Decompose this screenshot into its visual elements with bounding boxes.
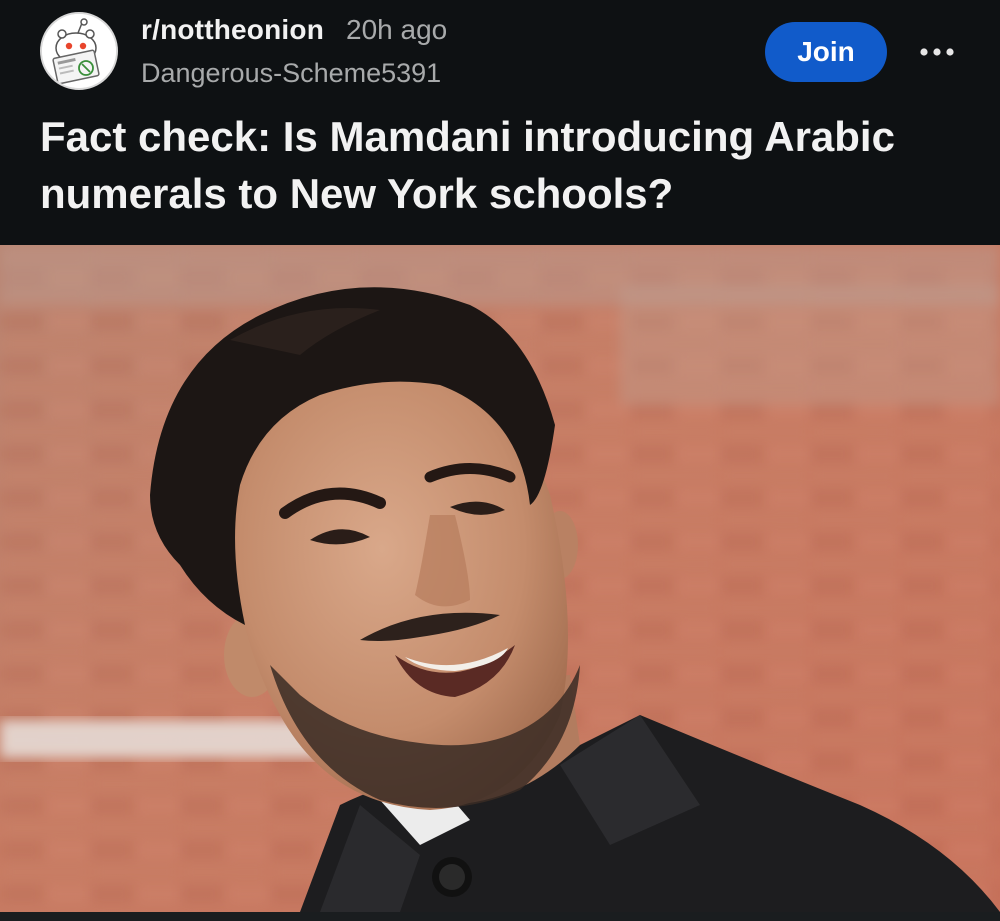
- subreddit-avatar-icon[interactable]: [40, 12, 118, 90]
- divider: [0, 912, 1000, 921]
- post-title[interactable]: Fact check: Is Mamdani introducing Arabi…: [40, 108, 960, 222]
- subreddit-link[interactable]: r/nottheonion: [141, 14, 324, 46]
- join-button[interactable]: Join: [765, 22, 887, 82]
- post-image[interactable]: [0, 245, 1000, 912]
- author-link[interactable]: Dangerous-Scheme5391: [141, 58, 447, 89]
- more-options-icon[interactable]: [912, 30, 962, 74]
- post-header: r/nottheonion 20h ago Dangerous-Scheme53…: [0, 0, 1000, 245]
- post-card: r/nottheonion 20h ago Dangerous-Scheme53…: [0, 0, 1000, 921]
- post-meta: r/nottheonion 20h ago Dangerous-Scheme53…: [141, 14, 447, 89]
- meta-line: r/nottheonion 20h ago: [141, 14, 447, 52]
- post-time: 20h ago: [346, 14, 448, 45]
